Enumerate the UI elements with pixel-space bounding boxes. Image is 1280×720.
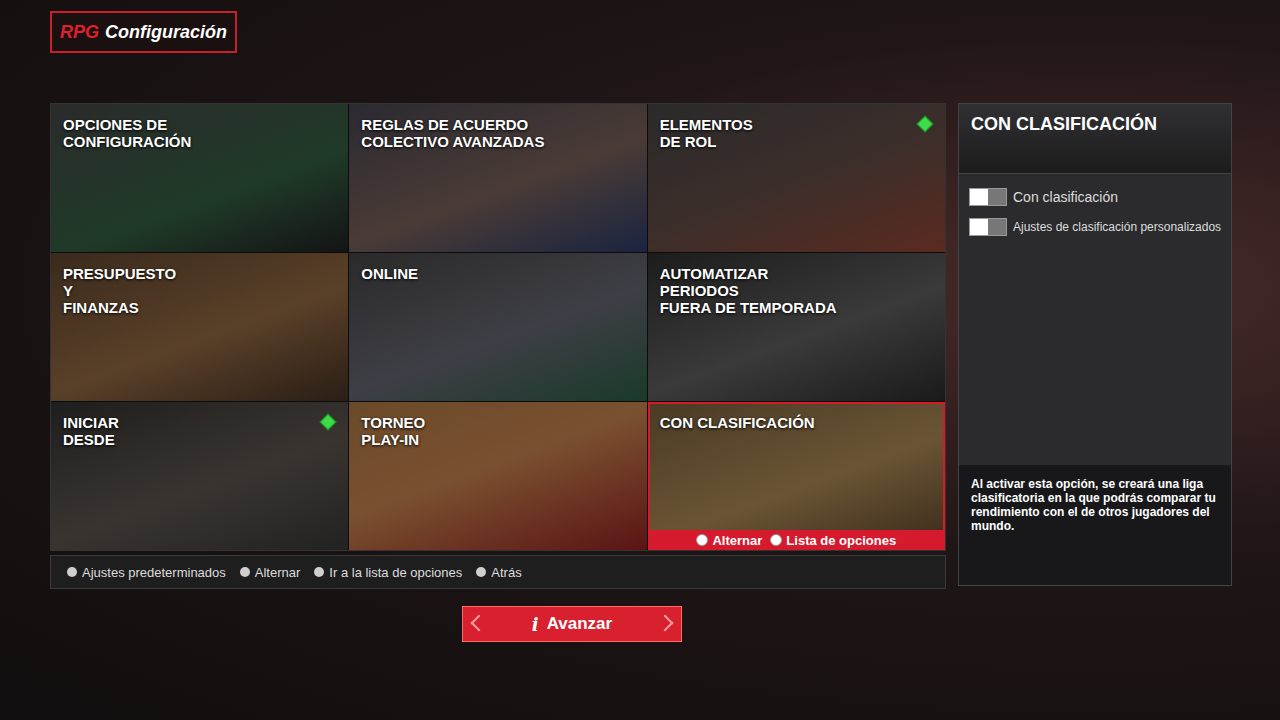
toggle-row[interactable]: Con clasificación (969, 188, 1221, 206)
menu-tile[interactable]: CON CLASIFICACIÓN Alternar Lista de opcion… (648, 402, 945, 550)
menu-tile[interactable]: ELEMENTOSDE ROL (648, 104, 945, 252)
panel-description: Al activar esta opción, se creará una li… (959, 465, 1231, 585)
tile-grid: OPCIONES DECONFIGURACIÓNREGLAS DE ACUERD… (50, 103, 946, 551)
tile-label: ELEMENTOSDE ROL (648, 104, 945, 150)
hint-bar: Ajustes predeterminados Alternar Ir a la l… (50, 555, 946, 589)
tile-label: INICIARDESDE (51, 402, 348, 448)
tile-action-label: Alternar (712, 533, 762, 548)
button-icon (696, 534, 708, 546)
button-icon (240, 567, 250, 577)
header-title: Configuración (105, 22, 227, 43)
new-badge-icon (917, 116, 934, 133)
tile-action-label: Lista de opciones (786, 533, 896, 548)
button-icon (314, 567, 324, 577)
button-icon (770, 534, 782, 546)
tile-label: OPCIONES DECONFIGURACIÓN (51, 104, 348, 150)
screen: RPG Configuración OPCIONES DECONFIGURACIÓN… (0, 0, 1280, 720)
menu-tile[interactable]: TORNEOPLAY-IN (349, 402, 646, 550)
chevron-left-icon (471, 615, 488, 632)
menu-tile[interactable]: INICIARDESDE (51, 402, 348, 550)
tile-actions: Alternar Lista de opciones (648, 530, 945, 550)
button-icon (476, 567, 486, 577)
tile-label: AUTOMATIZARPERIODOSFUERA DE TEMPORADA (648, 253, 945, 316)
header-badge: RPG Configuración (50, 11, 237, 53)
tile-label: ONLINE (349, 253, 646, 282)
hint[interactable]: Alternar (240, 565, 301, 580)
panel-title: CON CLASIFICACIÓN (959, 104, 1231, 174)
toggle-switch[interactable] (969, 218, 1007, 236)
toggle-row[interactable]: Ajustes de clasificación personalizados (969, 218, 1221, 236)
tile-label: CON CLASIFICACIÓN (648, 402, 945, 431)
tile-label: TORNEOPLAY-IN (349, 402, 646, 448)
menu-tile[interactable]: REGLAS DE ACUERDOCOLECTIVO AVANZADAS (349, 104, 646, 252)
button-icon (67, 567, 77, 577)
menu-tile[interactable]: AUTOMATIZARPERIODOSFUERA DE TEMPORADA (648, 253, 945, 401)
tile-label: PRESUPUESTOYFINANZAS (51, 253, 348, 316)
hint[interactable]: Atrás (476, 565, 521, 580)
menu-tile[interactable]: PRESUPUESTOYFINANZAS (51, 253, 348, 401)
new-badge-icon (320, 414, 337, 431)
menu-tile[interactable]: OPCIONES DECONFIGURACIÓN (51, 104, 348, 252)
toggle-switch[interactable] (969, 188, 1007, 206)
logo: RPG (60, 22, 99, 43)
side-panel: CON CLASIFICACIÓN Con clasificación Ajuste… (958, 103, 1232, 586)
hint[interactable]: Ajustes predeterminados (67, 565, 226, 580)
chevron-right-icon (657, 615, 674, 632)
advance-button[interactable]: iAvanzar (462, 606, 682, 642)
info-icon: i (532, 614, 539, 635)
menu-tile[interactable]: ONLINE (349, 253, 646, 401)
tile-label: REGLAS DE ACUERDOCOLECTIVO AVANZADAS (349, 104, 646, 150)
hint[interactable]: Ir a la lista de opciones (314, 565, 462, 580)
